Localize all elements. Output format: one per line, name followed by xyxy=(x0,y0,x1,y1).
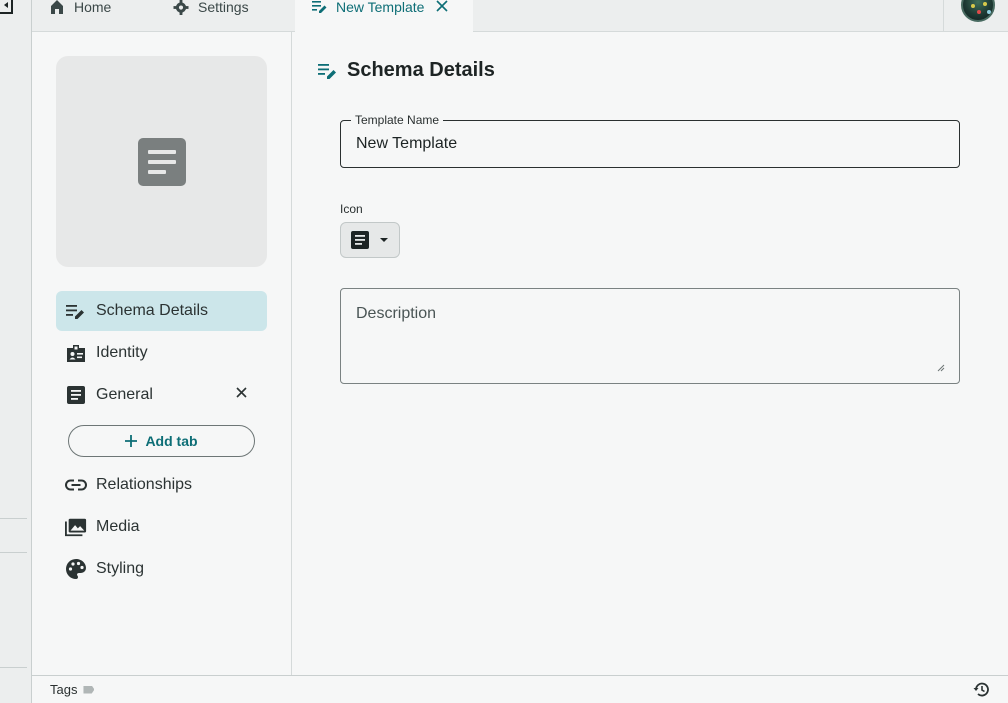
remove-tab-icon[interactable] xyxy=(236,387,247,398)
sidebar-item-identity[interactable]: Identity xyxy=(56,333,267,373)
tab-home[interactable]: Home xyxy=(48,0,111,32)
palette-icon xyxy=(65,558,87,580)
left-rail xyxy=(0,0,32,703)
plus-icon xyxy=(125,435,138,447)
sidebar-item-relationships[interactable]: Relationships xyxy=(56,465,267,505)
home-icon xyxy=(51,0,63,14)
template-icon-preview[interactable] xyxy=(56,56,267,267)
close-icon[interactable] xyxy=(436,0,449,12)
template-name-label: Template Name xyxy=(351,113,444,127)
sidebar-item-general[interactable]: General xyxy=(56,375,267,415)
link-icon xyxy=(65,474,87,496)
document-icon xyxy=(65,384,87,406)
tab-new-template-label: New Template xyxy=(336,0,425,15)
tab-settings-label: Settings xyxy=(198,0,249,15)
template-name-field[interactable]: Template Name New Template xyxy=(340,113,960,168)
sidebar-item-styling[interactable]: Styling xyxy=(56,549,267,589)
photo-library-icon xyxy=(65,516,87,538)
rail-divider xyxy=(0,518,27,519)
rail-divider xyxy=(0,667,27,668)
footer-bar: Tags xyxy=(32,675,1008,703)
sidebar-item-label: General xyxy=(96,386,153,403)
schema-details-panel: Schema Details Template Name New Templat… xyxy=(292,32,1008,675)
edit-note-icon xyxy=(318,63,336,79)
tab-settings[interactable]: Settings xyxy=(172,0,249,32)
edit-note-icon xyxy=(65,300,87,322)
description-placeholder: Description xyxy=(356,305,437,322)
edit-note-icon xyxy=(312,1,327,13)
tab-bar: Home Settings New Template xyxy=(32,0,1008,33)
sidebar-item-label: Media xyxy=(96,518,140,535)
sidebar-item-schema-details[interactable]: Schema Details xyxy=(56,291,267,331)
avatar[interactable] xyxy=(961,0,995,22)
sidebar-item-label: Styling xyxy=(96,560,145,577)
tags-label[interactable]: Tags xyxy=(50,682,77,697)
sidebar-item-label: Relationships xyxy=(96,476,193,493)
sidebar-item-label: Schema Details xyxy=(96,302,209,319)
sidebar-item-media[interactable]: Media xyxy=(56,507,267,547)
id-badge-icon xyxy=(65,342,87,364)
history-icon[interactable] xyxy=(973,682,989,697)
resize-handle-icon[interactable] xyxy=(937,364,945,372)
tag-icon[interactable] xyxy=(83,685,95,694)
icon-field-label: Icon xyxy=(340,202,363,216)
page-title-text: Schema Details xyxy=(347,59,495,81)
page-title: Schema Details xyxy=(318,59,495,82)
template-sidebar: Schema Details Identity General Add tab … xyxy=(32,32,292,675)
tabbar-divider xyxy=(943,0,944,32)
rail-divider xyxy=(0,552,27,553)
template-name-input[interactable]: New Template xyxy=(356,135,457,153)
description-field[interactable]: Description xyxy=(340,288,960,384)
document-icon xyxy=(351,231,369,249)
tab-new-template[interactable]: New Template xyxy=(295,0,473,33)
tab-home-label: Home xyxy=(74,0,112,15)
caret-down-icon xyxy=(380,238,388,242)
icon-select[interactable] xyxy=(340,222,400,258)
collapse-panel-icon[interactable] xyxy=(0,0,14,14)
add-tab-label: Add tab xyxy=(145,433,198,449)
gear-icon xyxy=(173,0,189,15)
sidebar-item-label: Identity xyxy=(96,344,148,361)
add-tab-button[interactable]: Add tab xyxy=(68,425,255,457)
document-icon xyxy=(138,138,186,186)
